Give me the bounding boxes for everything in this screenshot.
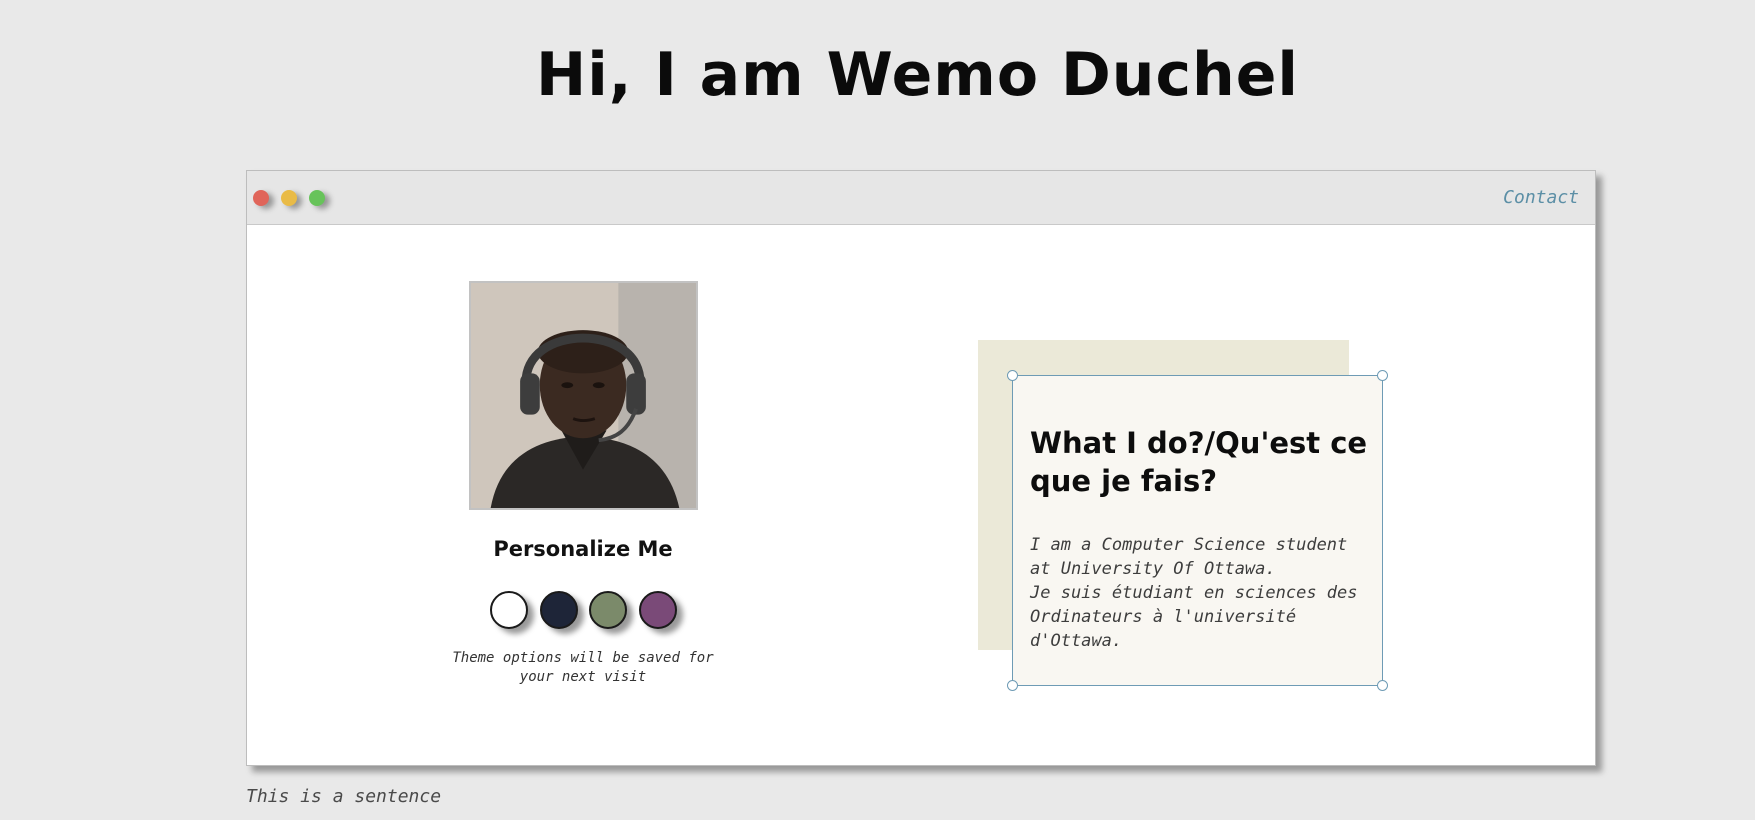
about-body: I am a Computer Science student at Unive… (1030, 535, 1358, 651)
about-card: What I do?/Qu'est ce que je fais? I am a… (1007, 370, 1388, 691)
resize-handle[interactable] (1377, 680, 1388, 691)
footer-sentence: This is a sentence (246, 786, 442, 807)
page-title: Hi, I am Wemo Duchel (536, 40, 1299, 110)
resize-handle[interactable] (1007, 370, 1018, 381)
theme-swatch-navy[interactable] (540, 591, 578, 629)
resize-handle[interactable] (1007, 680, 1018, 691)
theme-swatch-purple[interactable] (639, 591, 677, 629)
minimize-window-button[interactable] (281, 190, 297, 206)
browser-window: Contact Personalize Me Theme options wil… (246, 170, 1596, 766)
about-title: What I do?/Qu'est ce que je fais? (1030, 426, 1368, 498)
theme-swatch-white[interactable] (490, 591, 528, 629)
personalize-title: Personalize Me (493, 537, 673, 561)
theme-note: Theme options will be saved for your nex… (452, 650, 714, 685)
maximize-window-button[interactable] (309, 190, 325, 206)
profile-photo (469, 281, 698, 510)
resize-handle[interactable] (1377, 370, 1388, 381)
close-window-button[interactable] (253, 190, 269, 206)
theme-swatch-sage[interactable] (589, 591, 627, 629)
person-image (471, 283, 696, 508)
contact-link[interactable]: Contact (1503, 187, 1579, 208)
window-titlebar: Contact (247, 171, 1595, 225)
